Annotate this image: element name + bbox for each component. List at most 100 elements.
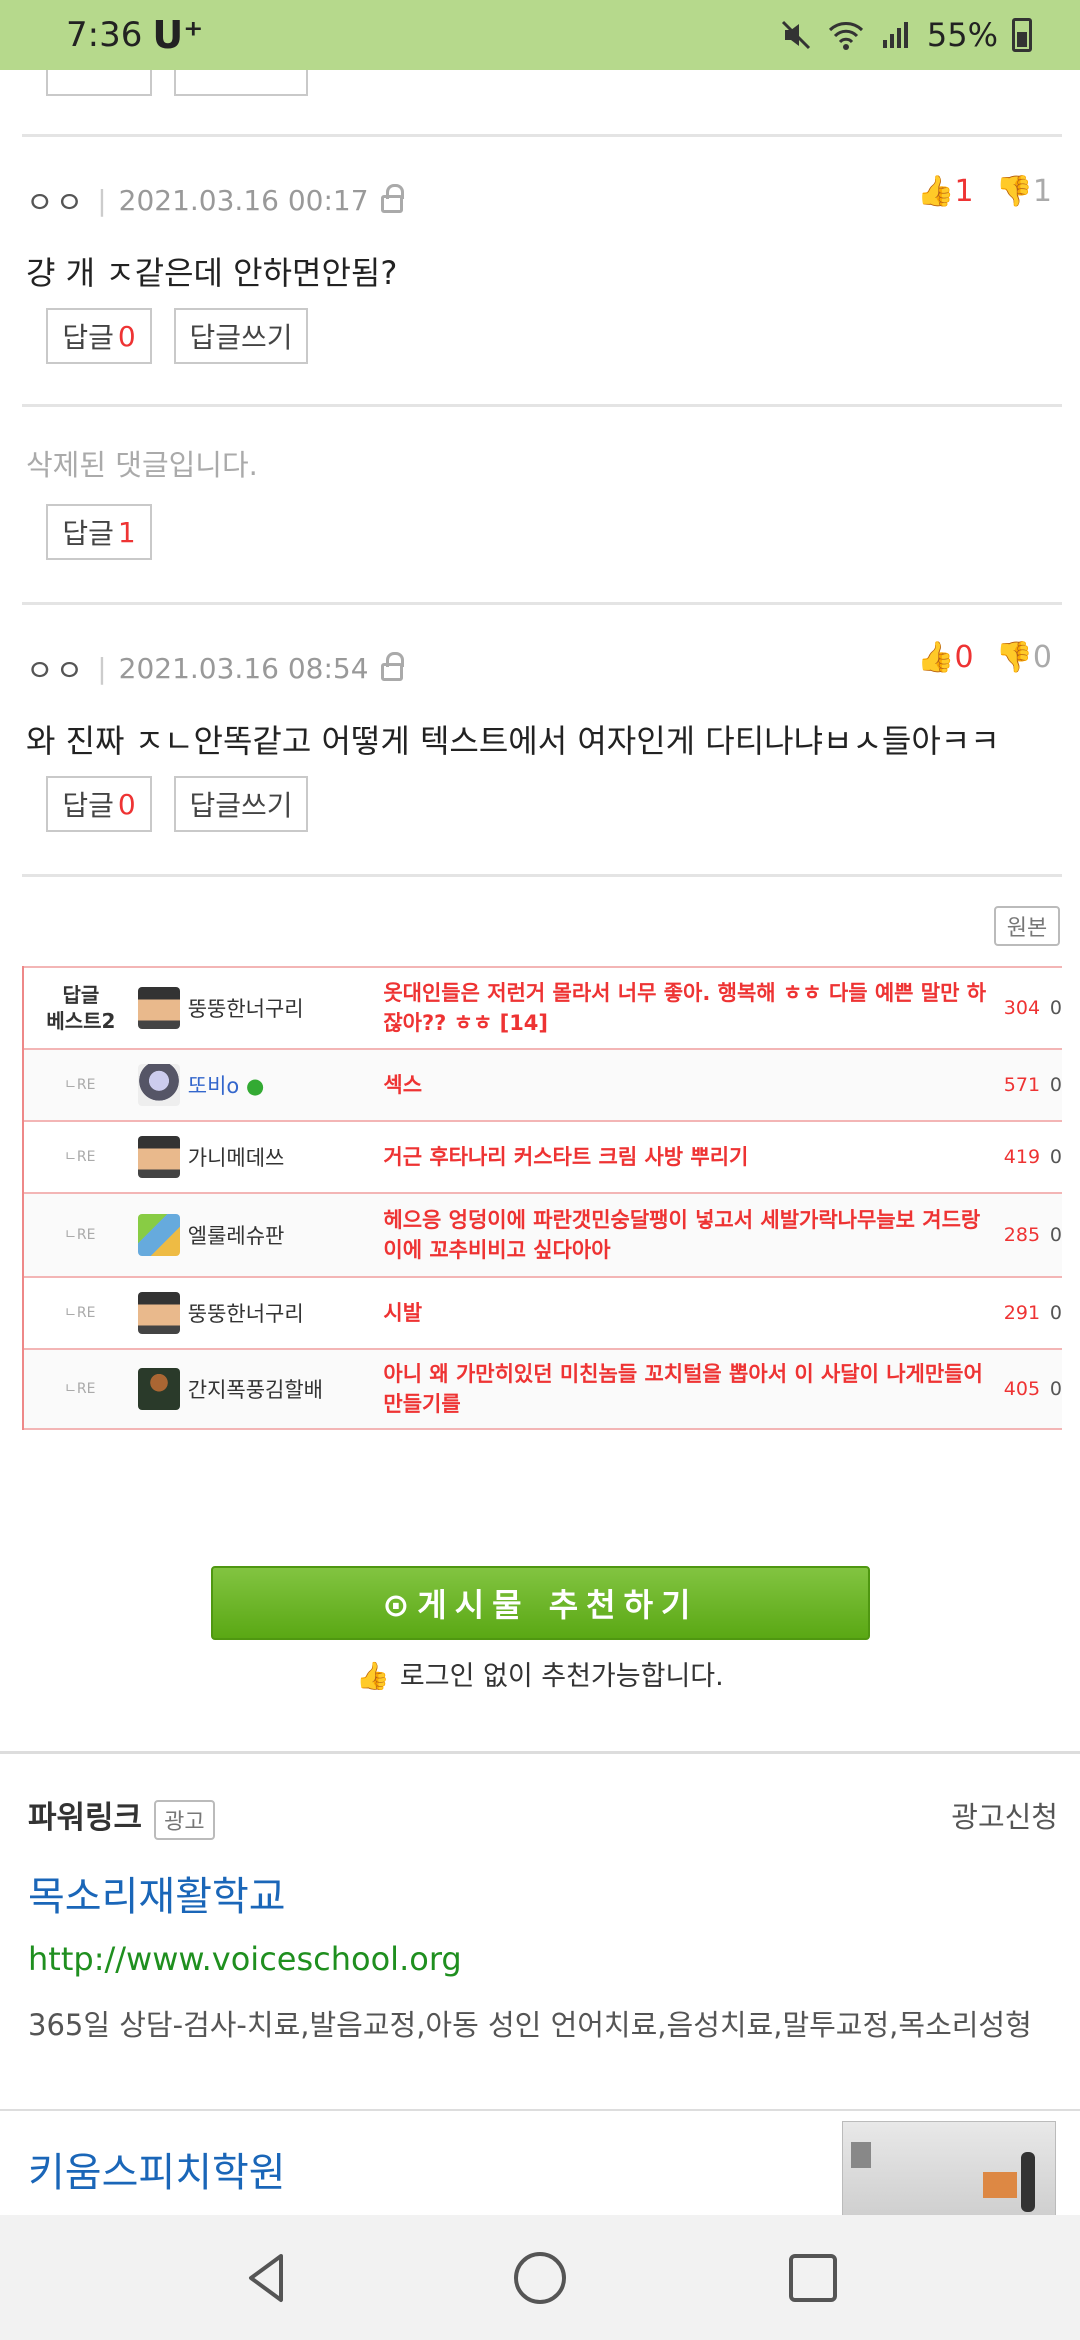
best-reply-author[interactable]: 엘룰레슈판 [188, 1220, 384, 1250]
best-reply-text: 아니 왜 가만히있던 미친놈들 꼬치털을 뽑아서 이 사달이 나게만들어만들기를 [383, 1362, 983, 1416]
best-reply-row[interactable]: 답글 베스트2 뚱뚱한너구리 옷대인들은 저런거 몰라서 너무 좋아. 행복해 … [24, 966, 1062, 1050]
write-reply-button[interactable]: 답글쓰기 [174, 308, 308, 364]
reply-button[interactable]: 답글 0 [46, 776, 152, 832]
best-reply-zero: 0 [1049, 997, 1063, 1019]
best-reply-author[interactable]: 뚱뚱한너구리 [188, 993, 384, 1023]
downvote-button[interactable]: 👎0 [996, 640, 1052, 675]
best-reply-text: 섹스 [383, 1073, 423, 1097]
reply-count: 1 [117, 515, 136, 549]
meta-divider: | [97, 183, 107, 217]
best-reply-author[interactable]: 가니메데쓰 [188, 1142, 384, 1172]
re-icon: ㄴRE [64, 1077, 96, 1093]
online-badge-icon: ● [245, 1074, 265, 1098]
reply-count: 0 [117, 319, 136, 353]
avatar [137, 1368, 180, 1410]
battery-icon [1012, 18, 1032, 52]
best-reply-count: 571 [1003, 1074, 1041, 1096]
upvote-button[interactable]: 👍0 [917, 640, 973, 675]
re-icon: ㄴRE [64, 1305, 96, 1321]
navigation-bar [0, 2215, 1080, 2340]
ads-header: 파워링크 광고 [28, 1792, 215, 1840]
avatar [137, 1064, 180, 1106]
ad-url-link[interactable]: http://www.voiceschool.org [28, 1940, 462, 1978]
best-reply-text: 시발 [383, 1301, 423, 1325]
best-reply-zero: 0 [1049, 1378, 1062, 1400]
ad-apply-link[interactable]: 광고신청 [951, 1794, 1058, 1836]
best-reply-zero: 0 [1049, 1302, 1062, 1324]
best-reply-count: 419 [1003, 1146, 1041, 1168]
upvote-button[interactable]: 👍1 [917, 174, 973, 209]
comment-text: 와 진짜 ㅈㄴ안똑같고 어떻게 텍스트에서 여자인게 다티나냐ㅂㅅ들아ㅋㅋ [26, 722, 1000, 760]
thumb-screen [983, 2172, 1017, 2198]
mute-icon [781, 20, 810, 50]
best-reply-row[interactable]: ㄴRE 가니메데쓰 거근 후타나리 커스타트 크림 사방 뿌리기 419 0 [24, 1122, 1062, 1194]
lock-icon [380, 184, 404, 213]
re-icon: ㄴRE [64, 1381, 96, 1397]
comment-meta: ㅇㅇ | 2021.03.16 08:54 [26, 646, 404, 690]
back-icon[interactable] [237, 2248, 297, 2308]
meta-divider: | [97, 651, 107, 685]
downvote-count: 1 [1032, 174, 1052, 209]
comment-date: 2021.03.16 08:54 [118, 651, 369, 685]
best-reply-row[interactable]: ㄴRE 간지폭풍김할배 아니 왜 가만히있던 미친놈들 꼬치털을 뽑아서 이 사… [24, 1350, 1062, 1430]
reply-button[interactable]: 답글 1 [46, 504, 152, 560]
thumbs-up-icon: 👍 [356, 1661, 390, 1692]
comment-text: 걍 개 ㅈ같은데 안하면안됨? [26, 254, 398, 292]
recommend-note: 👍 로그인 없이 추천가능합니다. [0, 1654, 1080, 1693]
comment-votes: 👍0 👎0 [917, 640, 1052, 675]
avatar [137, 987, 180, 1029]
avatar [137, 1214, 180, 1256]
downvote-count: 0 [1032, 640, 1052, 675]
comment-item-deleted [22, 404, 1062, 607]
home-icon[interactable] [510, 2248, 570, 2308]
best-reply-count: 304 [1003, 997, 1041, 1019]
deleted-comment-text: 삭제된 댓글입니다. [26, 448, 258, 482]
best-replies-table: 답글 베스트2 뚱뚱한너구리 옷대인들은 저런거 몰라서 너무 좋아. 행복해 … [22, 966, 1062, 1430]
best-reply-author[interactable]: 뚱뚱한너구리 [188, 1298, 384, 1328]
best-reply-count: 291 [1003, 1302, 1041, 1324]
status-left: 7:36 U⁺ [66, 13, 203, 57]
ad-title-link[interactable]: 목소리재활학교 [28, 1864, 286, 1922]
comment-author[interactable]: ㅇㅇ [26, 646, 85, 690]
best-reply-zero: 0 [1049, 1224, 1062, 1246]
upvote-count: 0 [954, 640, 974, 675]
wifi-icon [828, 22, 863, 50]
thumb-person [1021, 2152, 1035, 2212]
status-bar: 7:36 U⁺ 55% [0, 0, 1080, 70]
status-time: 7:36 [66, 15, 143, 55]
original-button[interactable]: 원본 [994, 906, 1060, 946]
best-reply-zero: 0 [1049, 1146, 1062, 1168]
best-replies-label: 답글 베스트2 [46, 983, 116, 1033]
ad-thumbnail-image[interactable] [842, 2121, 1056, 2215]
thumb-window [851, 2142, 871, 2168]
best-reply-author[interactable]: 또비o ● [188, 1070, 384, 1100]
best-reply-author[interactable]: 간지폭풍김할배 [188, 1374, 384, 1404]
reply-label: 답글 [62, 789, 114, 822]
best-reply-count: 285 [1003, 1224, 1041, 1246]
reply-label: 답글 [62, 321, 114, 354]
ad-title-link[interactable]: 키움스피치학원 [28, 2140, 286, 2198]
write-reply-button[interactable]: 답글쓰기 [174, 776, 308, 832]
downvote-button[interactable]: 👎1 [996, 174, 1052, 209]
recents-icon[interactable] [783, 2248, 843, 2308]
best-reply-row[interactable]: ㄴRE 엘룰레슈판 헤으응 엉덩이에 파란갯민숭달팽이 넣고서 세발가락나무늘보… [24, 1194, 1062, 1278]
recommend-post-button[interactable]: ⊙게시물 추천하기 [211, 1566, 870, 1640]
ad-tag: 광고 [154, 1799, 215, 1840]
comment-author[interactable]: ㅇㅇ [26, 178, 85, 222]
re-icon: ㄴRE [64, 1227, 96, 1243]
best-reply-zero: 0 [1049, 1074, 1062, 1096]
best-reply-text: 헤으응 엉덩이에 파란갯민숭달팽이 넣고서 세발가락나무늘보 겨드랑이에 꼬추비… [383, 1208, 981, 1262]
best-reply-count: 405 [1003, 1378, 1041, 1400]
reply-button[interactable]: 답글 0 [46, 308, 152, 364]
best-reply-row[interactable]: ㄴRE 뚱뚱한너구리 시발 291 0 [24, 1278, 1062, 1350]
comment-date: 2021.03.16 00:17 [118, 183, 369, 217]
status-right: 55% [779, 16, 1032, 54]
battery-percent: 55% [926, 16, 998, 54]
comment-meta: ㅇㅇ | 2021.03.16 00:17 [26, 178, 404, 222]
divider [22, 874, 1062, 877]
re-icon: ㄴRE [64, 1149, 96, 1165]
comment-votes: 👍1 👎1 [917, 174, 1052, 209]
author-name: 또비o [187, 1074, 240, 1098]
best-reply-row[interactable]: ㄴRE 또비o ● 섹스 571 0 [24, 1050, 1062, 1122]
best-reply-text: 거근 후타나리 커스타트 크림 사방 뿌리기 [383, 1145, 749, 1169]
